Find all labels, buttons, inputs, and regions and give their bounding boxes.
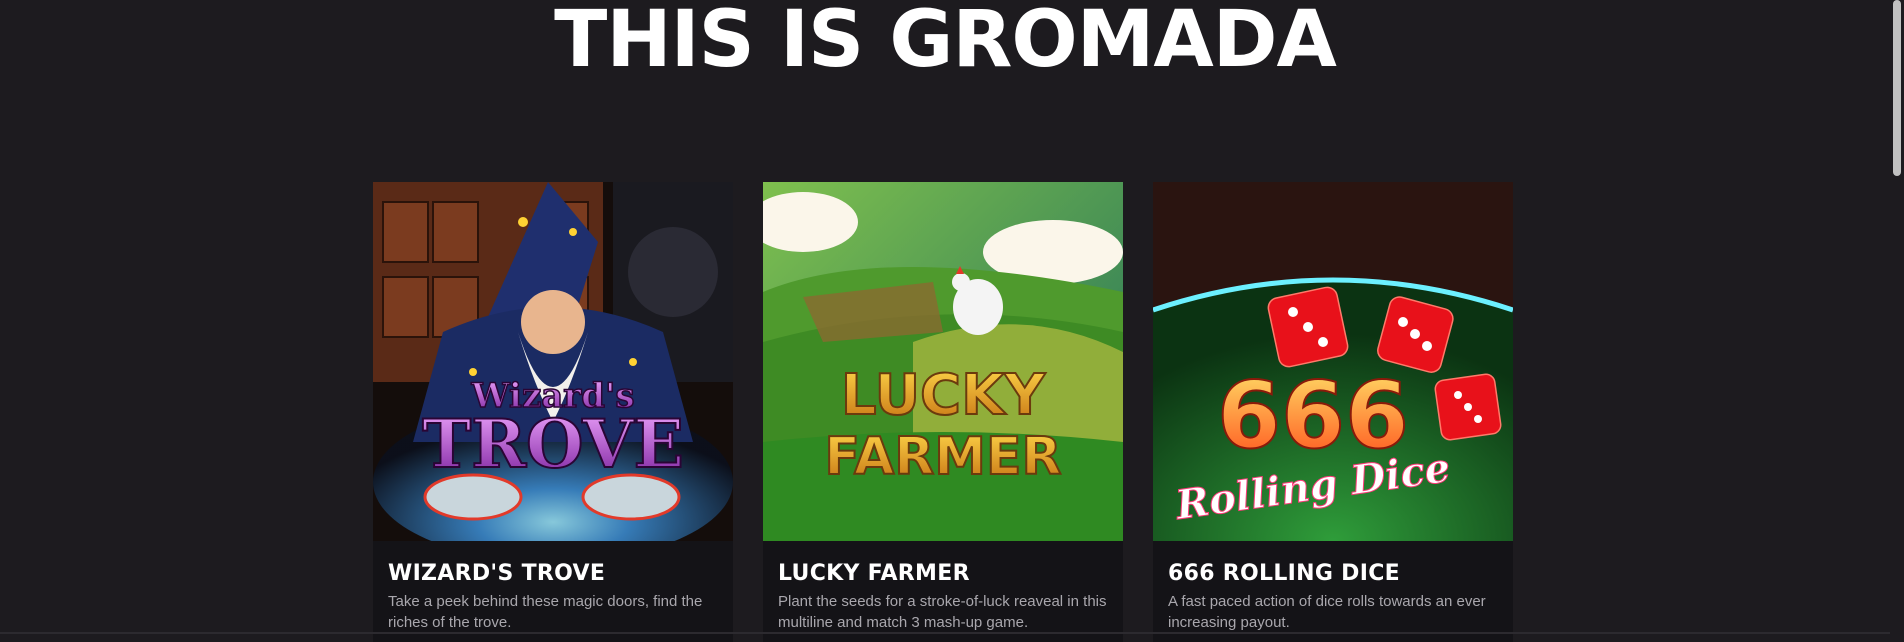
art-line1: LUCKY bbox=[841, 363, 1047, 428]
game-card-wizards-trove[interactable]: Wizard's TROVE WIZARD'S TROVE Take a pee… bbox=[373, 182, 733, 642]
game-title[interactable]: 666 ROLLING DICE bbox=[1168, 561, 1400, 586]
art-line2: TROVE bbox=[422, 405, 684, 483]
game-title[interactable]: LUCKY FARMER bbox=[778, 561, 970, 586]
game-description: A fast paced action of dice rolls toward… bbox=[1168, 593, 1486, 631]
page-title: THIS IS GROMADA bbox=[554, 0, 1337, 85]
game-art-666-rolling-dice[interactable]: 666 Rolling Dice bbox=[1153, 182, 1513, 541]
game-description: Take a peek behind these magic doors, fi… bbox=[388, 593, 703, 631]
game-title[interactable]: WIZARD'S TROVE bbox=[388, 561, 605, 586]
scrollbar-thumb[interactable] bbox=[1893, 0, 1901, 176]
game-description: Plant the seeds for a stroke-of-luck rea… bbox=[778, 593, 1107, 631]
art-line2: FARMER bbox=[824, 427, 1061, 487]
vertical-scrollbar[interactable] bbox=[1890, 0, 1904, 634]
game-card-666-rolling-dice[interactable]: 666 Rolling Dice 666 ROLLING DICE A fast… bbox=[1153, 182, 1513, 642]
game-art-wizards-trove[interactable]: Wizard's TROVE bbox=[373, 182, 733, 541]
game-card-lucky-farmer[interactable]: LUCKY FARMER LUCKY FARMER Plant the seed… bbox=[763, 182, 1123, 642]
game-art-lucky-farmer[interactable]: LUCKY FARMER bbox=[763, 182, 1123, 541]
